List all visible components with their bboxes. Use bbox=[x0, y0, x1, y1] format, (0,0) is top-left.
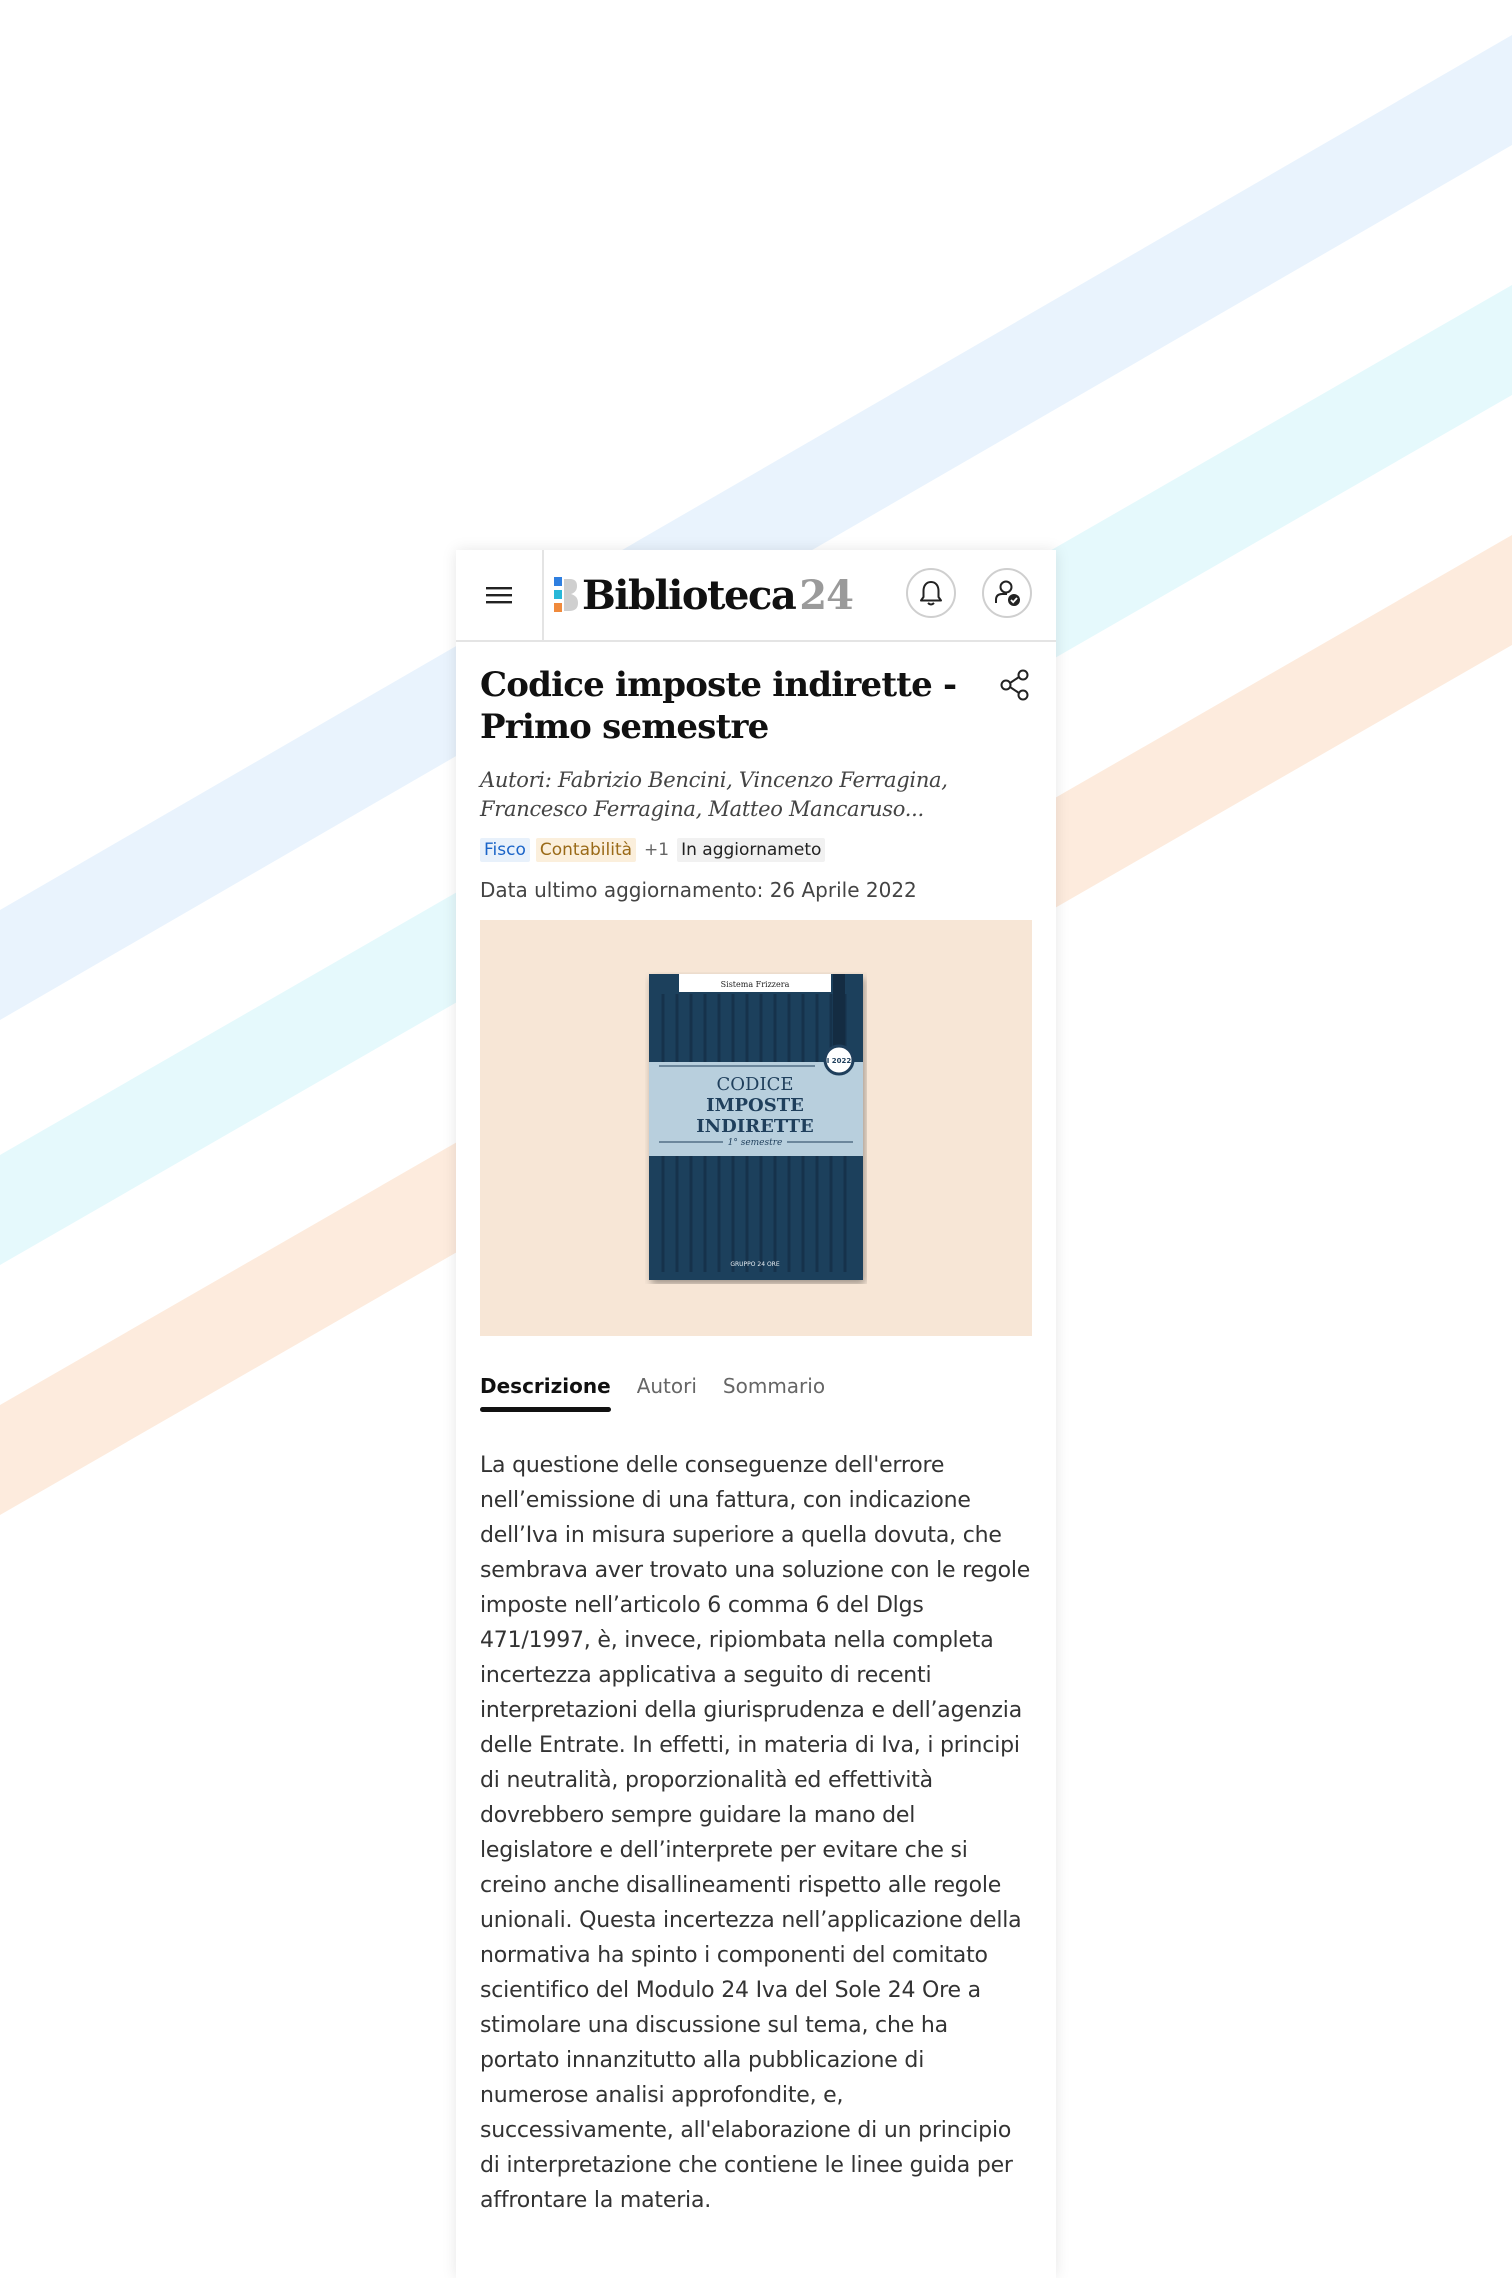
cover-year-badge: I 2022 bbox=[827, 1057, 852, 1065]
book-cover-area: Sistema Frizzera I 2022 CODICE IMPOSTE I… bbox=[480, 920, 1032, 1336]
book-title: Codice imposte indirette - Primo semestr… bbox=[480, 665, 957, 747]
app-screen: Biblioteca 24 Codice imposte indirette -… bbox=[456, 550, 1056, 2278]
book-cover-image[interactable]: Sistema Frizzera I 2022 CODICE IMPOSTE I… bbox=[645, 972, 867, 1284]
cover-line-1: CODICE bbox=[717, 1074, 794, 1095]
tab-bar: Descrizione Autori Sommario bbox=[480, 1374, 1032, 1412]
book-authors: Autori: Fabrizio Bencini, Vincenzo Ferra… bbox=[480, 768, 948, 821]
tag-contabilita[interactable]: Contabilità bbox=[535, 838, 637, 862]
logo-text: Biblioteca bbox=[582, 571, 797, 619]
account-button[interactable] bbox=[982, 568, 1032, 618]
hamburger-icon bbox=[486, 587, 512, 604]
cover-line-3: INDIRETTE bbox=[696, 1116, 813, 1137]
status-badge: In aggiornameto bbox=[677, 838, 826, 862]
biblioteca-logo-mark-icon bbox=[554, 577, 578, 612]
menu-button[interactable] bbox=[456, 550, 544, 640]
tag-more-count[interactable]: +1 bbox=[642, 838, 671, 862]
logo[interactable]: Biblioteca 24 bbox=[554, 571, 854, 619]
tab-descrizione[interactable]: Descrizione bbox=[480, 1374, 611, 1412]
logo-number: 24 bbox=[799, 571, 854, 619]
share-icon bbox=[1000, 669, 1029, 701]
tab-sommario[interactable]: Sommario bbox=[723, 1374, 825, 1412]
last-update-date: Data ultimo aggiornamento: 26 Aprile 202… bbox=[480, 878, 917, 902]
bell-icon bbox=[920, 581, 942, 606]
cover-brand: Sistema Frizzera bbox=[721, 980, 790, 989]
description-text: La questione delle conseguenze dell'erro… bbox=[480, 1453, 1031, 2213]
cover-publisher: GRUPPO 24 ORE bbox=[730, 1261, 780, 1268]
notifications-button[interactable] bbox=[906, 568, 956, 618]
user-verified-icon bbox=[995, 580, 1020, 606]
tag-list: Fisco Contabilità +1 In aggiornameto bbox=[480, 838, 1032, 862]
tab-autori[interactable]: Autori bbox=[637, 1374, 697, 1412]
top-bar: Biblioteca 24 bbox=[456, 550, 1056, 642]
cover-line-2: IMPOSTE bbox=[706, 1095, 804, 1116]
share-button[interactable] bbox=[998, 668, 1032, 706]
cover-subtitle: 1° semestre bbox=[728, 1138, 783, 1148]
tag-fisco[interactable]: Fisco bbox=[480, 838, 530, 862]
